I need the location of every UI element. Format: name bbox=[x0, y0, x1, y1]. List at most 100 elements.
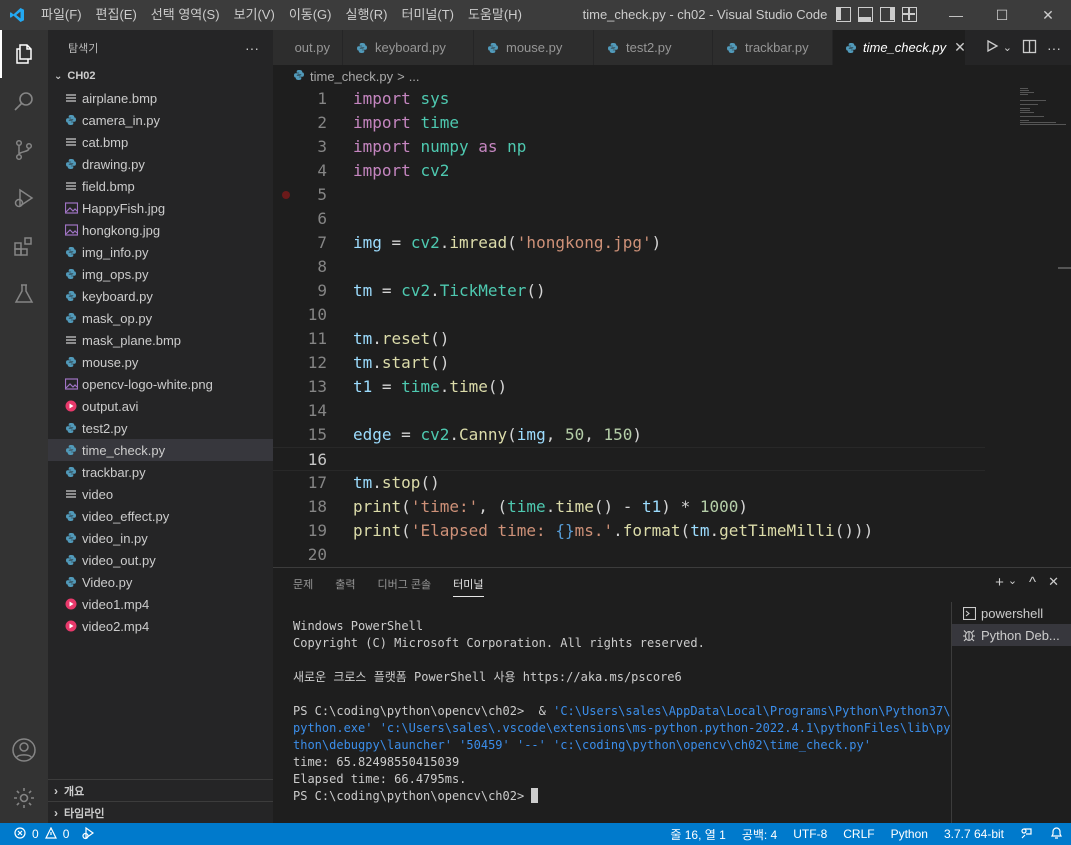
toggle-secondary-sidebar-icon[interactable] bbox=[880, 7, 895, 22]
code-line[interactable]: 1 import sys bbox=[273, 87, 985, 111]
file-item[interactable]: test2.py bbox=[48, 417, 273, 439]
outline-section[interactable]: › 개요 bbox=[48, 779, 273, 801]
file-item[interactable]: video_effect.py bbox=[48, 505, 273, 527]
file-item[interactable]: cat.bmp bbox=[48, 131, 273, 153]
file-item[interactable]: video_out.py bbox=[48, 549, 273, 571]
menu-item[interactable]: 이동(G) bbox=[282, 0, 339, 30]
editor-tab[interactable]: mouse.py bbox=[474, 30, 594, 65]
editor-tab[interactable]: keyboard.py bbox=[343, 30, 474, 65]
editor-tab[interactable]: time_check.py ✕ bbox=[833, 30, 966, 65]
file-item[interactable]: video_in.py bbox=[48, 527, 273, 549]
chevron-down-icon[interactable]: ⌄ bbox=[1003, 41, 1012, 54]
menu-item[interactable]: 터미널(T) bbox=[394, 0, 460, 30]
menu-item[interactable]: 편집(E) bbox=[89, 0, 144, 30]
folder-ch02[interactable]: ⌄ CH02 bbox=[48, 65, 273, 87]
file-item[interactable]: video2.mp4 bbox=[48, 615, 273, 637]
panel-tab[interactable]: 출력 bbox=[335, 576, 355, 597]
code-line[interactable]: 11 tm.reset() bbox=[273, 327, 985, 351]
code-line[interactable]: 13 t1 = time.time() bbox=[273, 375, 985, 399]
cursor-position[interactable]: 줄 16, 열 1 bbox=[662, 826, 733, 843]
timeline-section[interactable]: › 타임라인 bbox=[48, 801, 273, 823]
code-line[interactable]: 12 tm.start() bbox=[273, 351, 985, 375]
customize-layout-icon[interactable] bbox=[902, 7, 917, 22]
close-tab-icon[interactable]: ✕ bbox=[954, 39, 966, 56]
explorer-icon[interactable] bbox=[0, 30, 48, 78]
code-line[interactable]: 7 img = cv2.imread('hongkong.jpg') bbox=[273, 231, 985, 255]
file-item[interactable]: time_check.py bbox=[48, 439, 273, 461]
close-panel-button[interactable]: ✕ bbox=[1048, 574, 1059, 591]
notifications-bell-icon[interactable] bbox=[1042, 826, 1071, 843]
code-line[interactable]: 4 import cv2 bbox=[273, 159, 985, 183]
menu-item[interactable]: 선택 영역(S) bbox=[144, 0, 227, 30]
run-debug-icon[interactable] bbox=[0, 174, 48, 222]
account-icon[interactable] bbox=[0, 726, 48, 774]
code-line[interactable]: 14 bbox=[273, 399, 985, 423]
code-line[interactable]: 8 bbox=[273, 255, 985, 279]
error-count[interactable]: 0 bbox=[32, 827, 39, 841]
code-line[interactable]: 20 bbox=[273, 543, 985, 567]
file-item[interactable]: HappyFish.jpg bbox=[48, 197, 273, 219]
testing-icon[interactable] bbox=[0, 270, 48, 318]
file-item[interactable]: drawing.py bbox=[48, 153, 273, 175]
menu-item[interactable]: 보기(V) bbox=[227, 0, 282, 30]
python-interpreter[interactable]: 3.7.7 64-bit bbox=[936, 827, 1012, 841]
file-item[interactable]: video bbox=[48, 483, 273, 505]
file-item[interactable]: mask_op.py bbox=[48, 307, 273, 329]
code-line[interactable]: 3 import numpy as np bbox=[273, 135, 985, 159]
editor-tab[interactable]: trackbar.py bbox=[713, 30, 833, 65]
minimize-button[interactable]: — bbox=[933, 0, 979, 30]
file-item[interactable]: opencv-logo-white.png bbox=[48, 373, 273, 395]
panel-tab[interactable]: 터미널 bbox=[453, 576, 484, 597]
more-actions-icon[interactable]: ··· bbox=[1047, 40, 1061, 56]
language-mode[interactable]: Python bbox=[883, 827, 936, 841]
file-item[interactable]: video1.mp4 bbox=[48, 593, 273, 615]
file-item[interactable]: camera_in.py bbox=[48, 109, 273, 131]
code-line[interactable]: 9 tm = cv2.TickMeter() bbox=[273, 279, 985, 303]
maximize-panel-button[interactable]: ^ bbox=[1029, 574, 1036, 591]
search-icon[interactable] bbox=[0, 78, 48, 126]
new-terminal-button[interactable]: + bbox=[995, 574, 1004, 591]
settings-gear-icon[interactable] bbox=[0, 774, 48, 822]
terminal-dropdown-icon[interactable]: ⌄ bbox=[1008, 574, 1017, 591]
terminal-instance[interactable]: Python Deb... bbox=[952, 624, 1071, 646]
terminal-instance[interactable]: powershell bbox=[952, 602, 1071, 624]
menu-item[interactable]: 실행(R) bbox=[339, 0, 395, 30]
file-item[interactable]: airplane.bmp bbox=[48, 87, 273, 109]
maximize-button[interactable]: ☐ bbox=[979, 0, 1025, 30]
file-item[interactable]: trackbar.py bbox=[48, 461, 273, 483]
more-actions-icon[interactable]: ··· bbox=[245, 40, 259, 56]
editor-tab[interactable]: test2.py bbox=[594, 30, 713, 65]
code-line[interactable]: 16 bbox=[273, 447, 985, 471]
file-item[interactable]: Video.py bbox=[48, 571, 273, 593]
file-item[interactable]: mouse.py bbox=[48, 351, 273, 373]
file-item[interactable]: img_info.py bbox=[48, 241, 273, 263]
code-line[interactable]: 6 bbox=[273, 207, 985, 231]
code-line[interactable]: 5 bbox=[273, 183, 985, 207]
panel-tab[interactable]: 디버그 콘솔 bbox=[378, 576, 432, 597]
end-of-line[interactable]: CRLF bbox=[835, 827, 882, 841]
breadcrumb-file[interactable]: time_check.py bbox=[310, 69, 393, 84]
terminal-output[interactable]: Windows PowerShell Copyright (C) Microsof… bbox=[293, 618, 950, 805]
warning-count[interactable]: 0 bbox=[63, 827, 70, 841]
file-item[interactable]: output.avi bbox=[48, 395, 273, 417]
minimap[interactable] bbox=[1020, 87, 1070, 147]
file-item[interactable]: field.bmp bbox=[48, 175, 273, 197]
indentation[interactable]: 공백: 4 bbox=[734, 826, 785, 843]
toggle-panel-icon[interactable] bbox=[858, 7, 873, 22]
file-item[interactable]: hongkong.jpg bbox=[48, 219, 273, 241]
code-editor[interactable]: 1 import sys 2 import time 3 import numpy as … bbox=[273, 87, 1071, 567]
editor-tab[interactable]: out.py bbox=[273, 30, 343, 65]
split-editor-icon[interactable] bbox=[1022, 39, 1037, 57]
breadcrumb-symbols[interactable]: ... bbox=[409, 69, 420, 84]
file-item[interactable]: keyboard.py bbox=[48, 285, 273, 307]
code-line[interactable]: 19 print('Elapsed time: {}ms.'.format(tm.… bbox=[273, 519, 985, 543]
code-line[interactable]: 2 import time bbox=[273, 111, 985, 135]
source-control-icon[interactable] bbox=[0, 126, 48, 174]
debug-status-icon[interactable] bbox=[81, 826, 95, 843]
file-item[interactable]: img_ops.py bbox=[48, 263, 273, 285]
code-line[interactable]: 15 edge = cv2.Canny(img, 50, 150) bbox=[273, 423, 985, 447]
code-line[interactable]: 17 tm.stop() bbox=[273, 471, 985, 495]
extensions-icon[interactable] bbox=[0, 222, 48, 270]
toggle-sidebar-icon[interactable] bbox=[836, 7, 851, 22]
panel-tab[interactable]: 문제 bbox=[293, 576, 313, 597]
